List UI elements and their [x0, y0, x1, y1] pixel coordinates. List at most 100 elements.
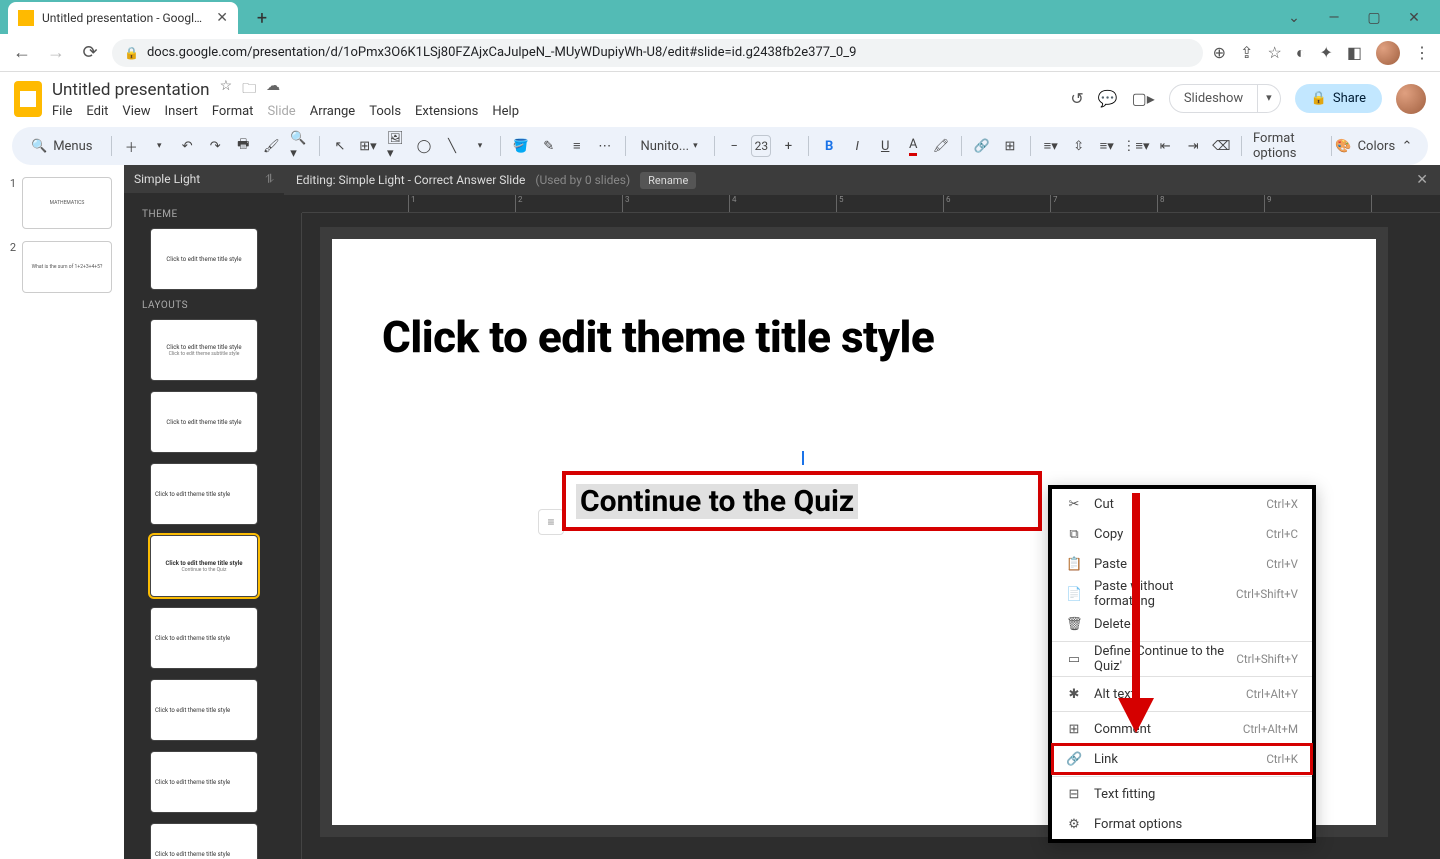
- menu-tools[interactable]: Tools: [369, 104, 401, 119]
- slide-thumb-2[interactable]: What is the sum of 1+2+3+4+5?: [22, 241, 112, 293]
- layout-thumb-selected[interactable]: Click to edit theme title style Continue…: [150, 535, 258, 597]
- clear-format-button[interactable]: ⌫: [1210, 133, 1232, 159]
- fill-color-button[interactable]: 🪣: [510, 133, 532, 159]
- extension-icon[interactable]: ◐: [1296, 43, 1306, 63]
- canvas-scroll[interactable]: Click to edit theme title style ≡ Contin…: [302, 213, 1440, 859]
- line-caret[interactable]: ▾: [469, 133, 491, 159]
- border-weight-button[interactable]: ≡: [566, 133, 588, 159]
- drag-handle-icon[interactable]: ≡: [538, 509, 564, 535]
- new-slide-caret[interactable]: ▾: [148, 133, 170, 159]
- reload-button[interactable]: ⟳: [78, 41, 102, 65]
- insert-comment-button[interactable]: ⊞: [999, 133, 1021, 159]
- italic-button[interactable]: I: [846, 133, 868, 159]
- menu-view[interactable]: View: [122, 104, 150, 119]
- slides-logo-icon[interactable]: [14, 81, 42, 117]
- ctx-cut[interactable]: ✂ CutCtrl+X: [1052, 489, 1312, 519]
- textbox-tool[interactable]: ⊞▾: [357, 133, 379, 159]
- colors-button[interactable]: 🎨 Colors: [1341, 133, 1390, 159]
- undo-button[interactable]: ↶: [176, 133, 198, 159]
- layout-thumb[interactable]: Click to edit theme title style: [150, 607, 258, 669]
- close-window-icon[interactable]: ✕: [1406, 10, 1422, 26]
- menu-insert[interactable]: Insert: [165, 104, 198, 119]
- indent-button[interactable]: ⇥: [1182, 133, 1204, 159]
- rename-button[interactable]: Rename: [640, 172, 696, 189]
- new-tab-button[interactable]: +: [248, 4, 276, 32]
- ctx-define[interactable]: ▭ Define 'Continue to the Quiz'Ctrl+Shif…: [1052, 644, 1312, 674]
- account-avatar[interactable]: [1396, 84, 1426, 114]
- ctx-link[interactable]: 🔗 LinkCtrl+K: [1052, 744, 1312, 774]
- highlight-button[interactable]: 🖍: [930, 133, 952, 159]
- minimize-icon[interactable]: —: [1326, 10, 1342, 26]
- text-color-button[interactable]: A: [902, 133, 924, 159]
- ctx-text-fitting[interactable]: ⊟ Text fitting: [1052, 779, 1312, 809]
- move-icon[interactable]: 🗀: [242, 78, 256, 102]
- comments-icon[interactable]: 💬: [1098, 89, 1118, 108]
- slideshow-caret[interactable]: ▾: [1258, 84, 1281, 113]
- back-button[interactable]: ←: [10, 41, 34, 65]
- layout-thumb[interactable]: Click to edit theme title style: [150, 751, 258, 813]
- collapse-toolbar-button[interactable]: ⌃: [1396, 133, 1418, 159]
- star-icon[interactable]: ☆: [220, 78, 233, 102]
- image-tool[interactable]: 🖼▾: [385, 133, 407, 159]
- puzzle-icon[interactable]: ✦: [1319, 43, 1332, 62]
- bookmark-icon[interactable]: ☆: [1267, 43, 1281, 62]
- increase-font-button[interactable]: +: [777, 133, 799, 159]
- kebab-icon[interactable]: ⋮: [1414, 43, 1430, 62]
- body-text-box[interactable]: Continue to the Quiz: [562, 471, 1042, 531]
- slide-thumb-1[interactable]: MATHEMATICS: [22, 177, 112, 229]
- chevron-down-icon[interactable]: ⌄: [1286, 10, 1302, 26]
- line-spacing-button[interactable]: ⇳: [1068, 133, 1090, 159]
- slide-canvas[interactable]: Click to edit theme title style ≡ Contin…: [320, 227, 1388, 837]
- menu-file[interactable]: File: [52, 104, 72, 119]
- shape-tool[interactable]: ◯: [413, 133, 435, 159]
- paint-format-button[interactable]: 🖌: [260, 133, 282, 159]
- address-bar[interactable]: 🔒 docs.google.com/presentation/d/1oPmx3O…: [112, 39, 1203, 67]
- new-slide-button[interactable]: ＋: [120, 133, 142, 159]
- ctx-format-options[interactable]: ⚙ Format options: [1052, 809, 1312, 839]
- menu-arrange[interactable]: Arrange: [310, 104, 355, 119]
- share-button[interactable]: 🔒 Share: [1295, 84, 1382, 113]
- layout-thumb[interactable]: Click to edit theme title style: [150, 679, 258, 741]
- outdent-button[interactable]: ⇤: [1154, 133, 1176, 159]
- ctx-copy[interactable]: ⧉ CopyCtrl+C: [1052, 519, 1312, 549]
- menu-help[interactable]: Help: [492, 104, 519, 119]
- profile-avatar[interactable]: [1376, 41, 1400, 65]
- layout-thumb[interactable]: Click to edit theme title style: [150, 823, 258, 859]
- redo-button[interactable]: ↷: [204, 133, 226, 159]
- bold-button[interactable]: B: [818, 133, 840, 159]
- document-title[interactable]: Untitled presentation: [52, 80, 210, 100]
- line-tool[interactable]: ╲: [441, 133, 463, 159]
- zoom-icon[interactable]: ⊕: [1213, 43, 1226, 62]
- layout-thumb[interactable]: Click to edit theme title style: [150, 391, 258, 453]
- font-family-select[interactable]: Nunito... ▾: [635, 137, 705, 156]
- slideshow-button[interactable]: Slideshow: [1169, 84, 1258, 113]
- numbered-list-button[interactable]: ≡▾: [1096, 133, 1118, 159]
- font-size-input[interactable]: 23: [751, 135, 771, 157]
- maximize-icon[interactable]: ▢: [1366, 10, 1382, 26]
- ctx-paste[interactable]: 📋 PasteCtrl+V: [1052, 549, 1312, 579]
- theme-master-thumb[interactable]: Click to edit theme title style: [150, 228, 258, 290]
- selected-text[interactable]: Continue to the Quiz: [576, 484, 858, 519]
- side-panel-icon[interactable]: ◧: [1347, 43, 1362, 62]
- align-button[interactable]: ≡▾: [1040, 133, 1062, 159]
- ctx-alt-text[interactable]: ✱ Alt textCtrl+Alt+Y: [1052, 679, 1312, 709]
- theme-title-placeholder[interactable]: Click to edit theme title style: [382, 311, 934, 363]
- border-color-button[interactable]: ✎: [538, 133, 560, 159]
- forward-button[interactable]: →: [44, 41, 68, 65]
- share-url-icon[interactable]: ⇪: [1240, 43, 1253, 62]
- border-dash-button[interactable]: ⋯: [594, 133, 616, 159]
- print-button[interactable]: 🖶: [232, 133, 254, 159]
- close-theme-editor-icon[interactable]: ✕: [1416, 172, 1428, 188]
- ctx-paste-no-format[interactable]: 📄 Paste without formattingCtrl+Shift+V: [1052, 579, 1312, 609]
- browser-tab[interactable]: Untitled presentation - Google Sl ✕: [8, 2, 238, 34]
- ctx-comment[interactable]: ⊞ CommentCtrl+Alt+M: [1052, 714, 1312, 744]
- menu-extensions[interactable]: Extensions: [415, 104, 478, 119]
- present-camera-icon[interactable]: ▢▸: [1132, 89, 1155, 108]
- bulleted-list-button[interactable]: ⋮≡▾: [1124, 133, 1149, 159]
- history-icon[interactable]: ↺: [1070, 89, 1083, 108]
- search-menus[interactable]: 🔍 Menus: [22, 135, 102, 158]
- menu-format[interactable]: Format: [212, 104, 254, 119]
- underline-button[interactable]: U: [874, 133, 896, 159]
- cloud-status-icon[interactable]: ☁: [266, 78, 280, 102]
- menu-edit[interactable]: Edit: [86, 104, 108, 119]
